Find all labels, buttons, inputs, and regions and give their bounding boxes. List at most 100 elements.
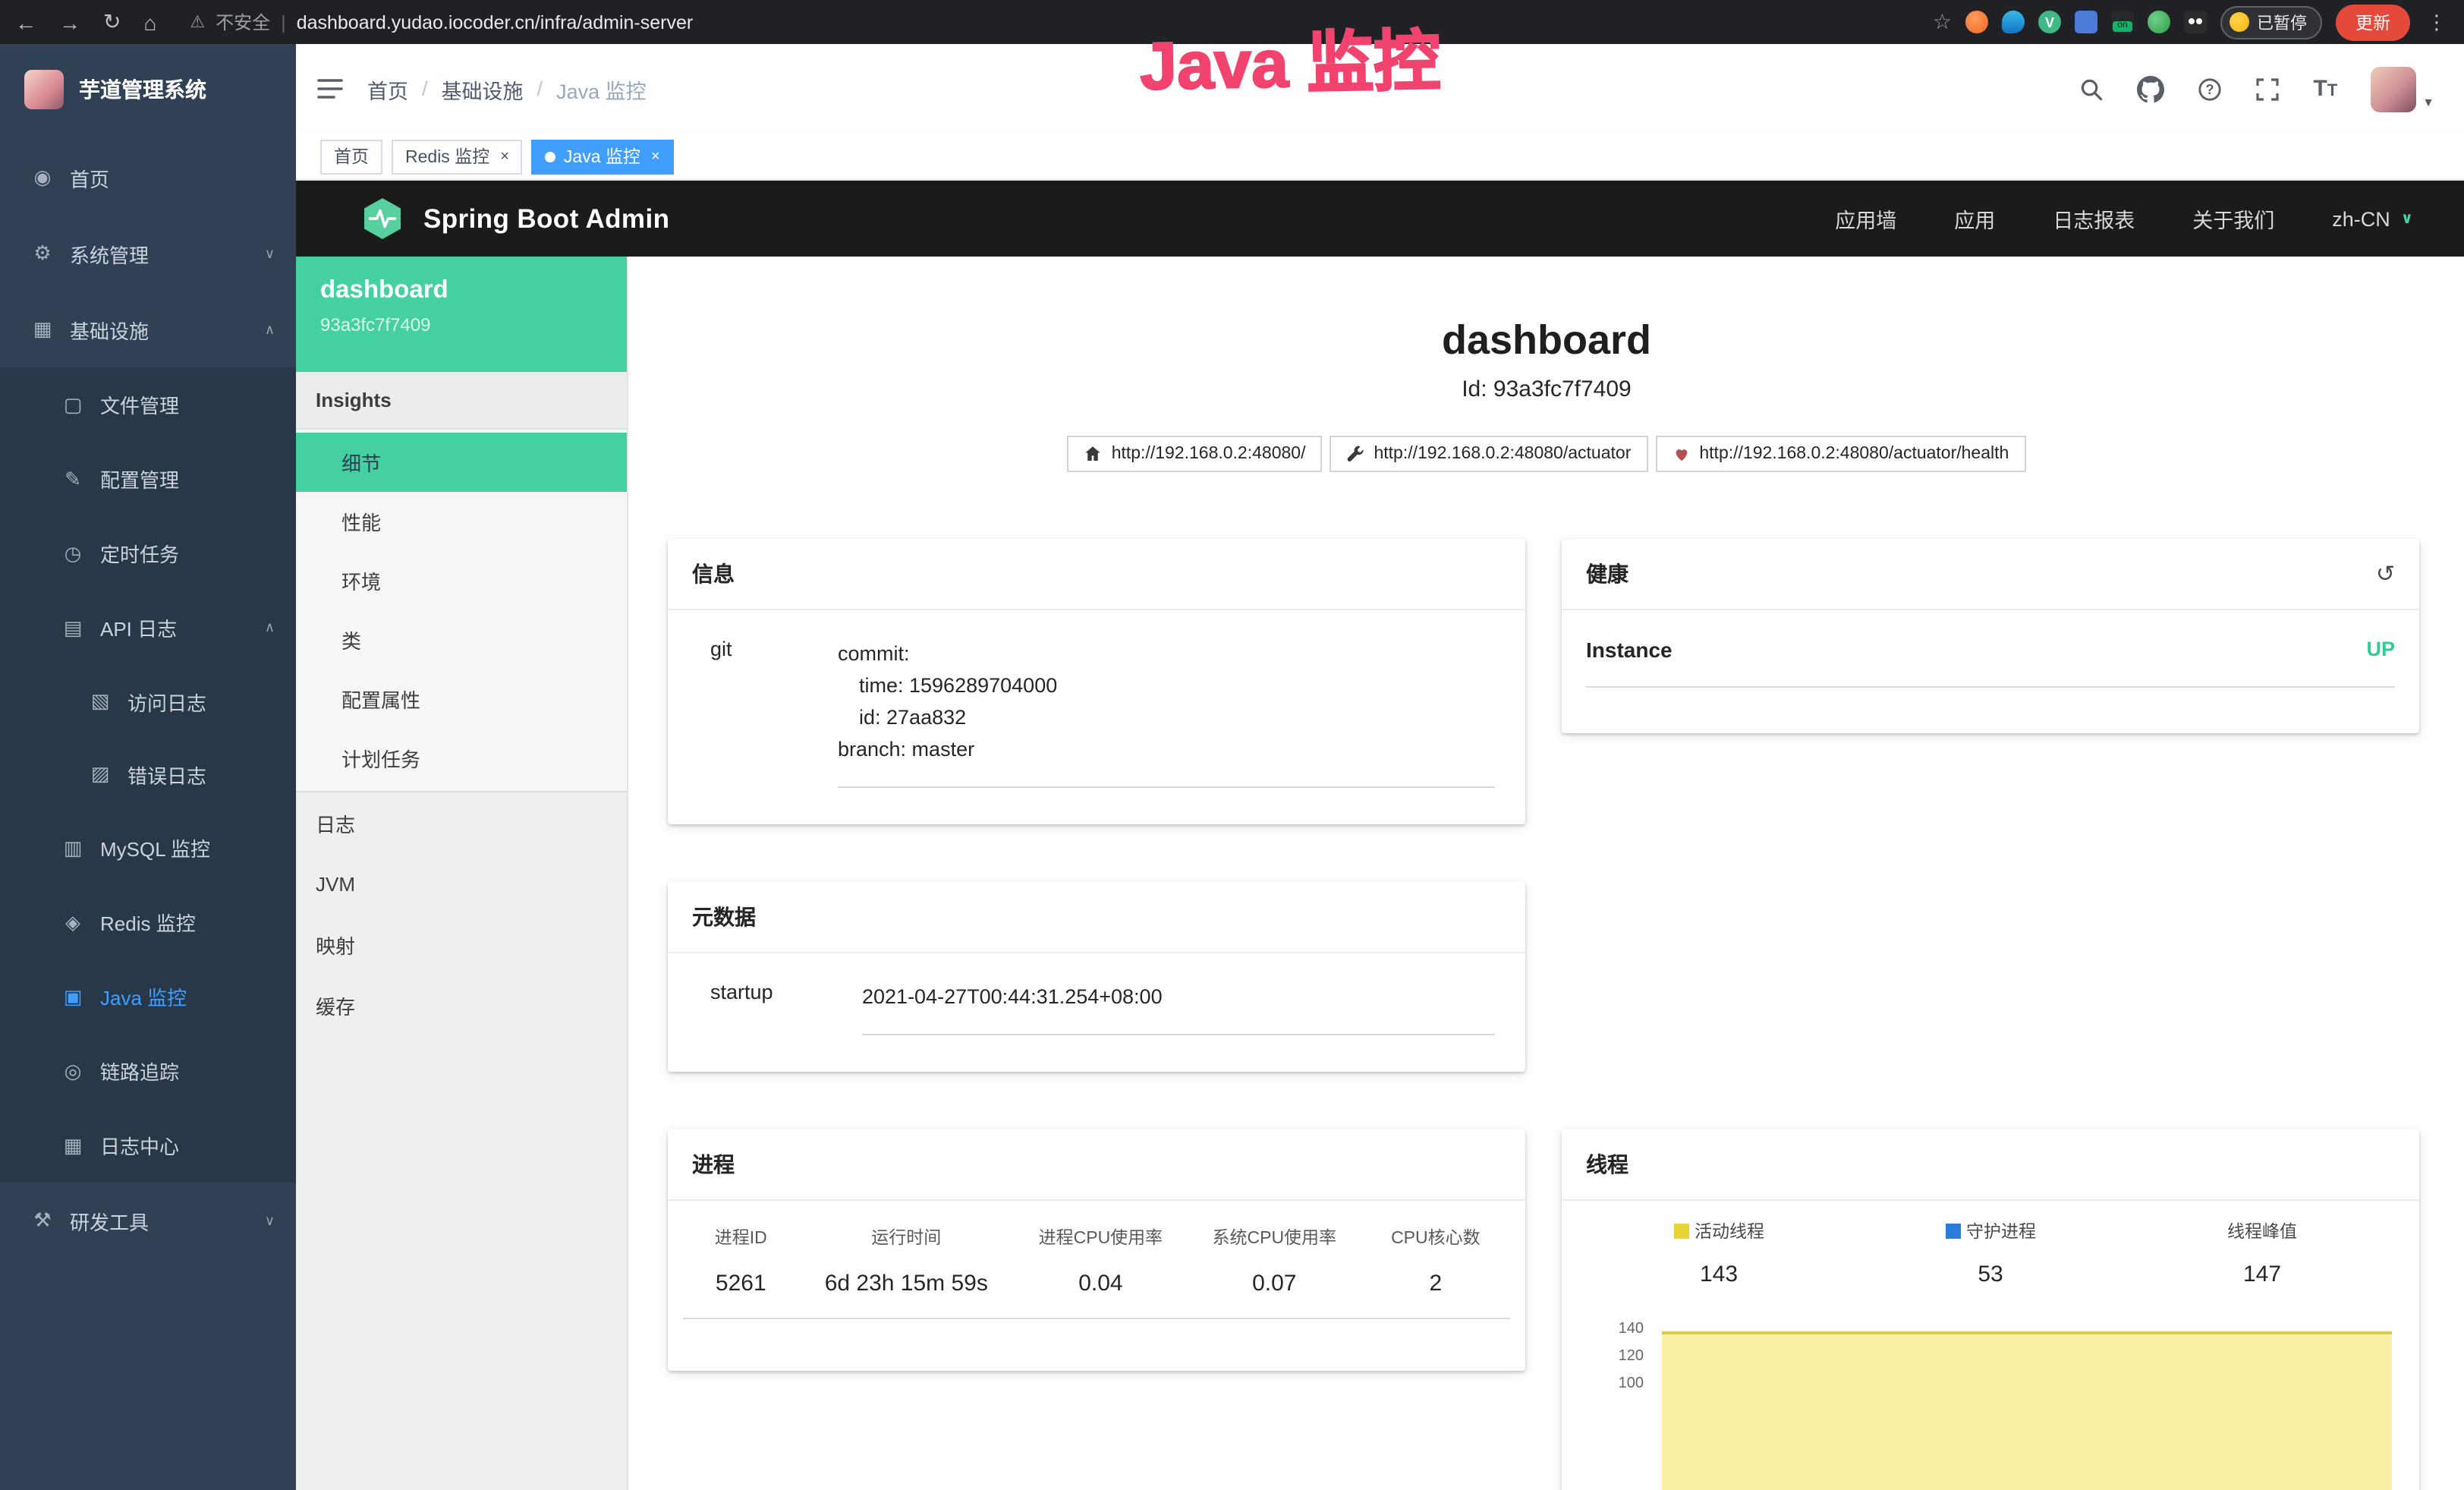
mysql-icon: ▥ xyxy=(61,836,85,860)
tampermonkey-extension-icon[interactable] xyxy=(2184,11,2207,33)
legend-value: 147 xyxy=(2126,1262,2398,1287)
sba-nav-applications[interactable]: 应用 xyxy=(1954,203,1995,234)
sidebar-item-tracing[interactable]: ◎ 链路追踪 xyxy=(0,1034,296,1108)
table-row: 5261 6d 23h 15m 59s 0.04 0.07 2 xyxy=(683,1255,1510,1318)
help-icon[interactable]: ? xyxy=(2198,77,2222,101)
actuator-url-link[interactable]: http://192.168.0.2:48080/actuator xyxy=(1330,436,1647,472)
dashboard-icon: ◉ xyxy=(30,165,55,190)
sba-item-environment[interactable]: 环境 xyxy=(296,551,627,610)
sidebar-item-java-monitor[interactable]: ▣ Java 监控 xyxy=(0,959,296,1034)
sba-item-scheduled-tasks[interactable]: 计划任务 xyxy=(296,729,627,788)
hamburger-icon[interactable] xyxy=(317,77,343,100)
sba-nav-journal[interactable]: 日志报表 xyxy=(2053,203,2135,234)
health-url-text: http://192.168.0.2:48080/actuator/health xyxy=(1699,445,2009,463)
legend-value: 53 xyxy=(1855,1262,2126,1287)
sidebar-item-label: 日志中心 xyxy=(100,1131,179,1160)
info-line: id: 27aa832 xyxy=(838,701,1495,733)
app-logo xyxy=(24,69,64,109)
leaf-extension-icon[interactable] xyxy=(2148,11,2170,33)
process-card: 进程 进程ID 运行时间 xyxy=(668,1129,1525,1371)
sidebar-item-home[interactable]: ◉ 首页 xyxy=(0,140,296,216)
fullscreen-icon[interactable] xyxy=(2255,77,2280,101)
bookmark-star-icon[interactable]: ☆ xyxy=(1933,9,1952,35)
breadcrumb-home[interactable]: 首页 xyxy=(367,74,408,104)
history-icon[interactable]: ↺ xyxy=(2376,560,2395,587)
sba-item-metrics[interactable]: 性能 xyxy=(296,492,627,551)
drop-extension-icon[interactable] xyxy=(2002,11,2025,33)
address-divider: | xyxy=(281,11,286,33)
breadcrumb-separator: / xyxy=(422,77,428,100)
health-card-title: 健康 xyxy=(1586,559,1629,589)
font-size-icon[interactable]: TT xyxy=(2313,76,2337,102)
instance-id-subtitle: Id: 93a3fc7f7409 xyxy=(628,376,2464,402)
github-icon[interactable] xyxy=(2137,75,2164,102)
forward-icon[interactable]: → xyxy=(59,10,80,34)
back-icon[interactable]: ← xyxy=(15,10,36,34)
sidebar-item-api-logs[interactable]: ▤ API 日志 ∧ xyxy=(0,591,296,665)
sidebar-item-label: 访问日志 xyxy=(127,687,206,716)
breadcrumb: 首页 / 基础设施 / Java 监控 xyxy=(367,74,647,104)
sidebar-item-system-management[interactable]: ⚙ 系统管理 ∨ xyxy=(0,216,296,291)
tools-icon: ⚒ xyxy=(30,1208,55,1233)
sidebar-item-infrastructure[interactable]: ▦ 基础设施 ∧ xyxy=(0,291,296,367)
api-log-icon: ▤ xyxy=(61,616,85,640)
sba-item-config-props[interactable]: 配置属性 xyxy=(296,669,627,729)
sidebar-item-mysql-monitor[interactable]: ▥ MySQL 监控 xyxy=(0,811,296,885)
paused-badge[interactable]: 已暂停 xyxy=(2220,5,2322,39)
search-icon[interactable] xyxy=(2079,77,2104,101)
info-line: branch: master xyxy=(838,733,1495,765)
close-icon[interactable]: × xyxy=(500,148,509,165)
app-logo-row[interactable]: 芋道管理系统 xyxy=(0,44,296,134)
user-menu[interactable]: ▼ xyxy=(2371,66,2434,112)
sidebar-item-redis-monitor[interactable]: ◈ Redis 监控 xyxy=(0,885,296,959)
sba-item-mappings[interactable]: 映射 xyxy=(296,914,627,975)
sba-nav-about[interactable]: 关于我们 xyxy=(2192,203,2274,234)
close-icon[interactable]: × xyxy=(651,148,660,165)
sidebar-item-config-management[interactable]: ✎ 配置管理 xyxy=(0,442,296,516)
tab-home[interactable]: 首页 xyxy=(320,139,382,174)
sba-item-logs[interactable]: 日志 xyxy=(296,792,627,853)
metadata-card-title: 元数据 xyxy=(692,902,756,932)
column-header: 进程CPU使用率 xyxy=(1014,1219,1188,1255)
update-button[interactable]: 更新 xyxy=(2336,4,2410,40)
reload-icon[interactable]: ↻ xyxy=(103,9,121,35)
sba-nav-wallboard[interactable]: 应用墙 xyxy=(1835,203,1896,234)
sidebar-item-error-logs[interactable]: ▨ 错误日志 xyxy=(0,738,296,811)
sidebar-item-label: MySQL 监控 xyxy=(100,833,210,862)
grid-extension-icon[interactable] xyxy=(2075,11,2097,33)
warning-icon: ⚠ xyxy=(190,12,205,32)
address-bar[interactable]: ⚠ 不安全 | dashboard.yudao.iocoder.cn/infra… xyxy=(190,9,693,35)
locale-selector[interactable]: zh-CN ∨ xyxy=(2332,207,2413,230)
sidebar-item-label: API 日志 xyxy=(100,613,177,642)
url-text[interactable]: dashboard.yudao.iocoder.cn/infra/admin-s… xyxy=(297,11,694,33)
page-title: dashboard xyxy=(628,317,2464,364)
vue-devtools-extension-icon[interactable]: V xyxy=(2038,11,2061,33)
sba-item-classes[interactable]: 类 xyxy=(296,610,627,669)
sidebar-item-dev-tools[interactable]: ⚒ 研发工具 ∨ xyxy=(0,1183,296,1258)
home-icon[interactable]: ⌂ xyxy=(143,10,156,34)
sidebar-item-access-logs[interactable]: ▧ 访问日志 xyxy=(0,665,296,738)
tab-java-monitor[interactable]: Java 监控 × xyxy=(532,139,674,174)
sba-instance-block[interactable]: dashboard 93a3fc7f7409 xyxy=(296,257,627,372)
fox-extension-icon[interactable] xyxy=(1965,11,1988,33)
metadata-card: 元数据 startup 2021-04-27T00:44:31.254+08:0… xyxy=(668,882,1525,1072)
sidebar-item-file-management[interactable]: ▢ 文件管理 xyxy=(0,367,296,442)
sba-item-jvm[interactable]: JVM xyxy=(296,853,627,914)
sidebar-item-log-center[interactable]: ▦ 日志中心 xyxy=(0,1108,296,1183)
security-label[interactable]: 不安全 xyxy=(216,9,270,35)
info-card-title: 信息 xyxy=(692,559,735,589)
browser-menu-icon[interactable]: ⋮ xyxy=(2424,10,2450,34)
info-key: git xyxy=(692,638,838,788)
sidebar-item-scheduled-tasks[interactable]: ◷ 定时任务 xyxy=(0,516,296,591)
sidebar-item-label: 研发工具 xyxy=(70,1206,149,1235)
gear-icon: ⚙ xyxy=(30,241,55,266)
sba-item-caches[interactable]: 缓存 xyxy=(296,975,627,1035)
sba-item-details[interactable]: 细节 xyxy=(296,433,627,492)
breadcrumb-infrastructure[interactable]: 基础设施 xyxy=(442,74,524,104)
chevron-down-icon: ∨ xyxy=(265,1212,275,1229)
proxy-switch-extension-icon[interactable]: on xyxy=(2111,11,2134,33)
health-url-link[interactable]: http://192.168.0.2:48080/actuator/health xyxy=(1655,436,2025,472)
service-url-link[interactable]: http://192.168.0.2:48080/ xyxy=(1068,436,1323,472)
tab-redis-monitor[interactable]: Redis 监控 × xyxy=(392,139,523,174)
wrench-icon xyxy=(1346,445,1364,463)
